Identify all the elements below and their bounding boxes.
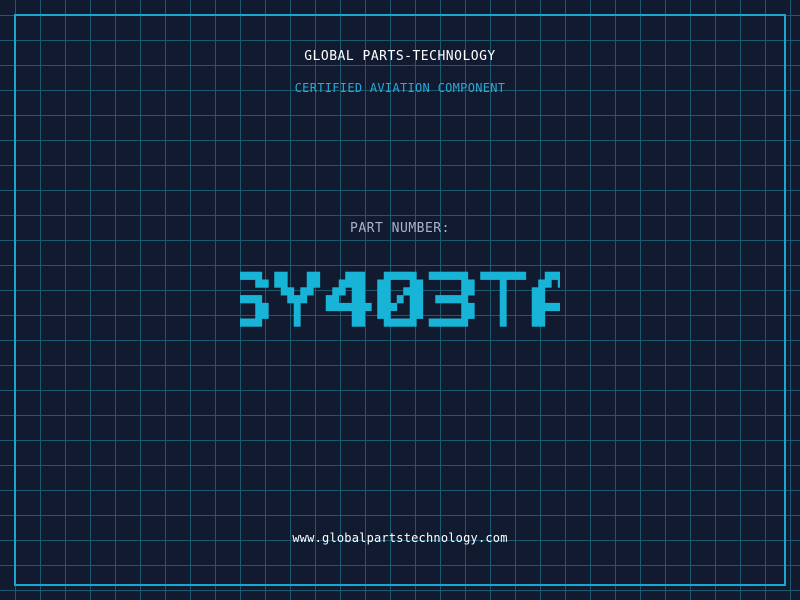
website-url: www.globalpartstechnology.com xyxy=(292,531,508,545)
part-number-pixel-text: SY403TA xyxy=(240,271,560,327)
pn-glyph-1 xyxy=(274,271,321,327)
part-number-value: SY403TA xyxy=(0,262,800,336)
tagline: CERTIFIED AVIATION COMPONENT xyxy=(294,81,506,95)
label-card: GLOBAL PARTS-TECHNOLOGY CERTIFIED AVIATI… xyxy=(0,0,800,600)
part-number-label: PART NUMBER: xyxy=(350,221,450,236)
company-name: GLOBAL PARTS-TECHNOLOGY xyxy=(304,49,496,64)
pn-glyph-6 xyxy=(531,271,560,327)
pn-glyph-3 xyxy=(377,271,424,327)
pn-glyph-0 xyxy=(240,271,269,327)
pn-glyph-5 xyxy=(480,271,527,327)
pn-glyph-4 xyxy=(428,271,475,327)
pn-glyph-2 xyxy=(325,271,372,327)
